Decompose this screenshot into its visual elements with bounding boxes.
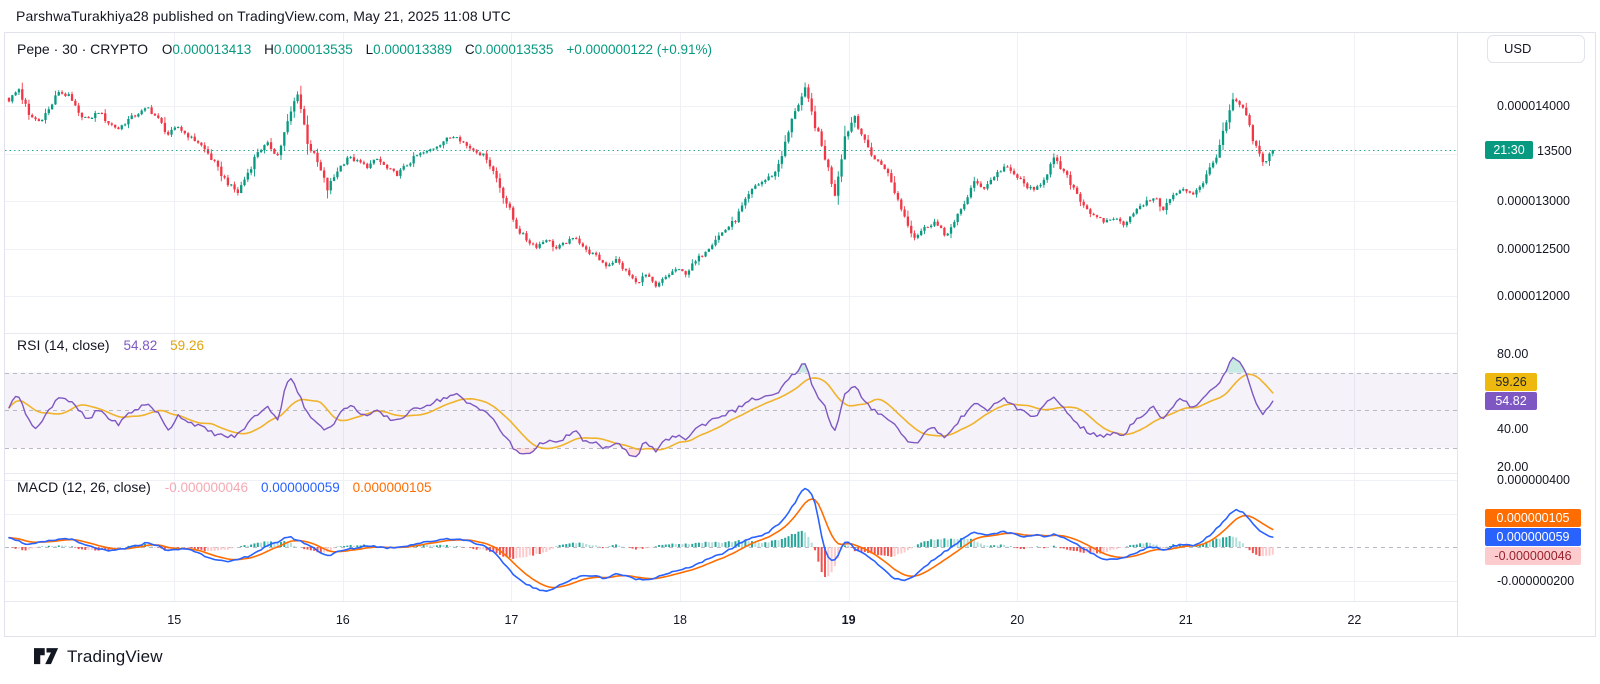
macd-tick: -0.000000200 [1497, 573, 1575, 588]
rsi-ma-value: 59.26 [170, 338, 204, 353]
macd-histogram-badge: -0.000000046 [1485, 547, 1581, 566]
ohlc-high-label: H [264, 42, 274, 57]
macd-signal-value: 0.000000105 [352, 480, 432, 495]
symbol-legend-row: Pepe · 30 · CRYPTO O0.000013413 H0.00001… [17, 41, 721, 57]
price-axis-border [1457, 33, 1458, 636]
chart-frame: Pepe · 30 · CRYPTO O0.000013413 H0.00001… [4, 32, 1596, 637]
rsi-legend-title: RSI (14, close) [17, 337, 110, 353]
rsi-value-badge: 54.82 [1485, 392, 1537, 411]
footer-brand[interactable]: TradingView [34, 644, 163, 670]
time-axis-label: 19 [841, 613, 856, 627]
ohlc-high-value: 0.000013535 [273, 42, 353, 57]
tradingview-snapshot: ParshwaTurakhiya28 published on TradingV… [0, 0, 1600, 684]
ohlc-close-label: C [464, 42, 475, 57]
countdown-badge: 21:30 [1485, 141, 1533, 160]
price-tick: 0.000012500 [1497, 241, 1570, 256]
price-pane-canvas[interactable] [5, 33, 1457, 333]
usd-button[interactable]: USD [1487, 35, 1585, 63]
price-tick-partial: 13500 [1537, 144, 1572, 159]
rsi-tick: 80.00 [1497, 347, 1529, 361]
ohlc-close-value: 0.000013535 [474, 42, 554, 57]
rsi-legend-row: RSI (14, close) 54.82 59.26 [17, 337, 213, 353]
time-axis-label: 17 [504, 613, 519, 627]
macd-signal-badge: 0.000000105 [1485, 509, 1581, 528]
rsi-ma-badge: 59.26 [1485, 373, 1537, 392]
change-value: +0.000000122 (+0.91%) [566, 42, 712, 57]
price-tick: 0.000013000 [1497, 194, 1570, 208]
tradingview-brand-text: TradingView [67, 647, 163, 666]
macd-legend-row: MACD (12, 26, close) -0.000000046 0.0000… [17, 479, 441, 495]
ohlc-open-value: 0.000013413 [172, 42, 252, 57]
ohlc-low-label: L [365, 42, 374, 57]
rsi-tick: 20.00 [1497, 459, 1529, 474]
price-tick: 0.000014000 [1497, 99, 1570, 113]
ohlc-low-value: 0.000013389 [373, 42, 452, 57]
time-axis-label: 18 [673, 613, 687, 627]
time-axis-separator [5, 601, 1457, 602]
time-axis-label: 16 [335, 613, 350, 627]
macd-tick: 0.000000200 [1497, 506, 1570, 521]
symbol-title: Pepe · 30 · CRYPTO [17, 41, 148, 57]
usd-button-label: USD [1504, 41, 1532, 56]
time-axis-label: 15 [167, 613, 182, 627]
macd-line-value: 0.000000059 [260, 480, 340, 495]
tradingview-logo-icon [34, 648, 59, 665]
rsi-value: 54.82 [123, 338, 158, 353]
publish-info: ParshwaTurakhiya28 published on TradingV… [16, 8, 511, 24]
macd-histogram-value: -0.000000046 [164, 480, 249, 495]
macd-tick: 0.000000400 [1497, 473, 1570, 487]
time-axis-label: 21 [1178, 613, 1193, 627]
rsi-tick: 40.00 [1497, 422, 1529, 436]
macd-legend-title: MACD (12, 26, close) [17, 479, 151, 495]
price-tick: 0.000012000 [1497, 289, 1570, 303]
publish-bar: ParshwaTurakhiya28 published on TradingV… [0, 0, 1600, 32]
time-axis-label: 20 [1010, 613, 1025, 627]
time-axis-label: 22 [1347, 613, 1362, 627]
ohlc-open-label: O [161, 42, 173, 57]
macd-line-badge: 0.000000059 [1485, 528, 1581, 547]
rsi-pane-canvas[interactable] [5, 334, 1457, 473]
